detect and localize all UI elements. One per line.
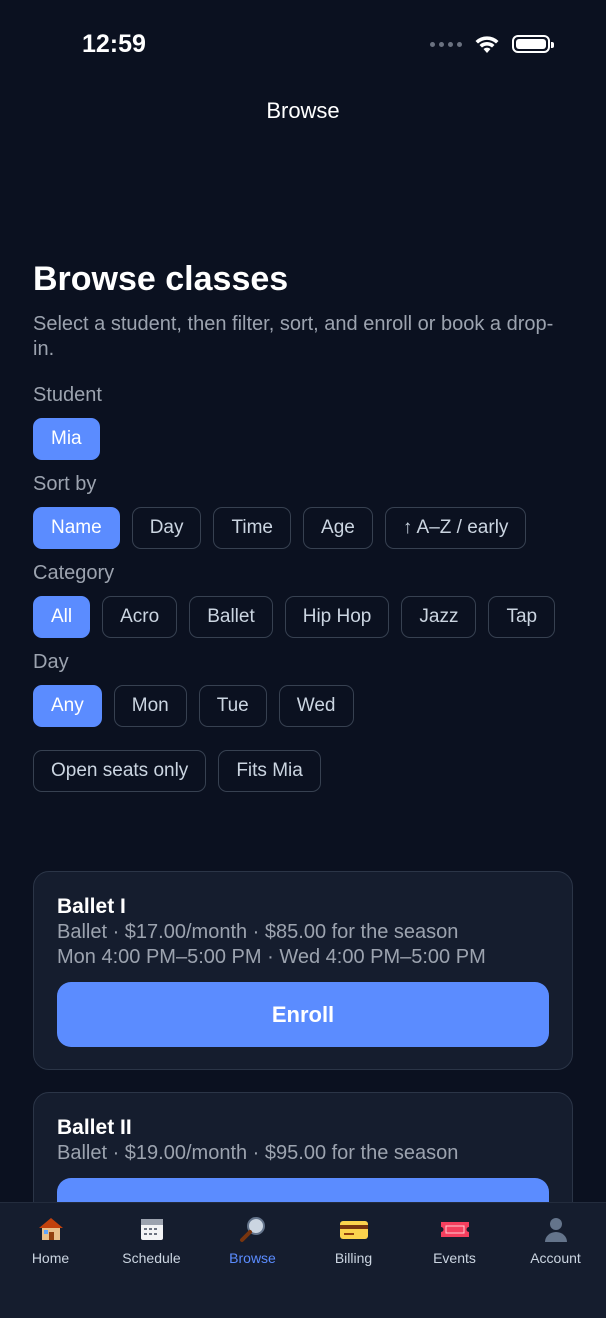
page-subtitle: Select a student, then filter, sort, and… [33, 313, 554, 360]
class-name: Ballet II [57, 1116, 132, 1139]
open-seats-toggle[interactable]: Open seats only [33, 750, 207, 792]
sort-chip-time[interactable]: Time [213, 507, 292, 549]
category-chip-tap[interactable]: Tap [488, 596, 556, 638]
wifi-icon [475, 36, 499, 53]
tab-events[interactable]: Events [404, 1203, 505, 1318]
category-chip-hip-hop[interactable]: Hip Hop [284, 596, 390, 638]
class-name: Ballet I [57, 895, 126, 918]
day-chips: Any Mon Tue Wed [33, 685, 573, 727]
enroll-button[interactable]: Enroll [57, 982, 549, 1047]
tab-billing[interactable]: Billing [303, 1203, 404, 1318]
class-schedule: Mon 4:00 PM–5:00 PM · Wed 4:00 PM–5:00 P… [57, 946, 486, 968]
page-title: Browse classes [33, 260, 289, 298]
sort-label: Sort by [33, 473, 97, 495]
browse-content: Browse classes Select a student, then fi… [33, 258, 573, 792]
filter-toggles: Open seats only Fits Mia [33, 750, 573, 792]
tab-schedule[interactable]: Schedule [101, 1203, 202, 1318]
tab-browse[interactable]: Browse [202, 1203, 303, 1318]
tab-bar: Home Schedule Browse Billing Events Acco… [0, 1202, 606, 1318]
student-label: Student [33, 384, 102, 406]
sort-chip-day[interactable]: Day [131, 507, 202, 549]
category-chips: All Acro Ballet Hip Hop Jazz Tap [33, 596, 573, 638]
ticket-icon [440, 1214, 470, 1244]
day-label: Day [33, 651, 69, 673]
day-chip-mon[interactable]: Mon [113, 685, 187, 727]
class-detail: Ballet · $19.00/month · $95.00 for the s… [57, 1142, 459, 1164]
battery-icon [512, 35, 554, 53]
fits-student-toggle[interactable]: Fits Mia [218, 750, 321, 792]
class-card: Ballet I Ballet · $17.00/month · $85.00 … [33, 871, 573, 1070]
status-time: 12:59 [82, 30, 146, 58]
credit-card-icon [339, 1214, 369, 1244]
person-icon [541, 1214, 571, 1244]
tab-label: Browse [229, 1250, 276, 1266]
category-chip-acro[interactable]: Acro [102, 596, 178, 638]
student-chips: Mia [33, 418, 573, 460]
tab-account[interactable]: Account [505, 1203, 606, 1318]
tab-label: Schedule [122, 1250, 181, 1266]
category-label: Category [33, 562, 115, 584]
tab-label: Account [530, 1250, 581, 1266]
tab-home[interactable]: Home [0, 1203, 101, 1318]
nav-title: Browse [266, 98, 340, 123]
magnifier-icon [238, 1214, 268, 1244]
day-chip-tue[interactable]: Tue [198, 685, 267, 727]
status-bar: 12:59 [0, 0, 606, 90]
sort-chip-name[interactable]: Name [33, 507, 120, 549]
tab-label: Home [31, 1250, 70, 1266]
sort-direction-toggle[interactable]: ↑ A–Z / early [384, 507, 527, 549]
sort-chips: Name Day Time Age ↑ A–Z / early [33, 507, 573, 549]
day-chip-wed[interactable]: Wed [278, 685, 354, 727]
status-icons [430, 34, 554, 54]
category-chip-all[interactable]: All [33, 596, 91, 638]
tab-label: Billing [334, 1250, 373, 1266]
tab-label: Events [433, 1250, 476, 1266]
category-chip-ballet[interactable]: Ballet [189, 596, 273, 638]
house-icon [36, 1214, 66, 1244]
student-chip-mia[interactable]: Mia [33, 418, 100, 460]
calendar-icon [137, 1214, 167, 1244]
day-chip-any[interactable]: Any [33, 685, 102, 727]
class-detail: Ballet · $17.00/month · $85.00 for the s… [57, 921, 459, 943]
category-chip-jazz[interactable]: Jazz [401, 596, 477, 638]
sort-chip-age[interactable]: Age [303, 507, 373, 549]
cellular-signal-icon [430, 41, 462, 47]
